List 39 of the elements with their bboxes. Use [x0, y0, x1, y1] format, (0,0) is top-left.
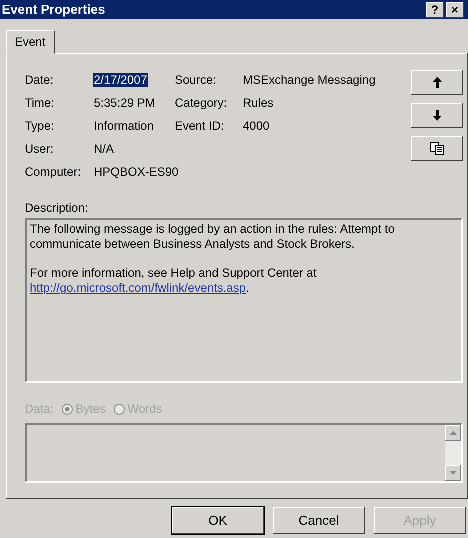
field-value: MSExchange Messaging: [242, 73, 377, 87]
description-label: Description:: [25, 201, 90, 215]
field-label: Date:: [25, 72, 55, 88]
window-title: Event Properties: [2, 2, 106, 17]
close-button[interactable]: ×: [446, 2, 464, 18]
description-box[interactable]: [25, 218, 463, 383]
data-box[interactable]: [25, 423, 463, 483]
field-label: Time:: [25, 95, 56, 111]
field-value: 2/17/2007: [93, 73, 148, 87]
up-arrow-icon: [432, 77, 442, 88]
description-text: The following message is logged by an action in the rules: Attempt to communicate between Business Analysts and Stock Brokers.: [30, 222, 396, 252]
ok-button[interactable]: OK: [172, 507, 264, 534]
down-triangle-icon: [450, 471, 456, 475]
field-label: Computer:: [25, 164, 82, 180]
previous-button[interactable]: [411, 70, 463, 95]
field-label: Source:: [175, 72, 218, 88]
field-label: User:: [25, 141, 55, 157]
field-value: 5:35:29 PM: [93, 96, 156, 110]
copy-icon: [430, 142, 444, 155]
field-value: 4000: [242, 119, 271, 133]
down-arrow-icon: [432, 110, 442, 121]
scroll-up-button[interactable]: [445, 425, 461, 441]
description-text: For more information, see Help and Support Center at http://go.microsoft.com/fwlink/events.asp.: [30, 266, 318, 296]
field-value: Information: [93, 119, 156, 133]
copy-button[interactable]: [411, 136, 463, 161]
help-link[interactable]: http://go.microsoft.com/fwlink/events.asp: [30, 281, 246, 295]
scrollbar[interactable]: [445, 425, 461, 481]
tab[interactable]: Event: [6, 30, 55, 54]
next-button[interactable]: [411, 103, 463, 128]
scroll-down-button[interactable]: [445, 465, 461, 481]
field-value: N/A: [93, 142, 116, 156]
field-value: Rules: [242, 96, 275, 110]
field-label: Category:: [175, 95, 228, 111]
field-label: Event ID:: [175, 118, 226, 134]
help-button[interactable]: ?: [426, 2, 444, 18]
up-triangle-icon: [450, 431, 456, 435]
field-value: HPQBOX-ES90: [93, 165, 180, 179]
cancel-button[interactable]: Cancel: [273, 507, 365, 534]
field-label: Type:: [25, 118, 56, 134]
